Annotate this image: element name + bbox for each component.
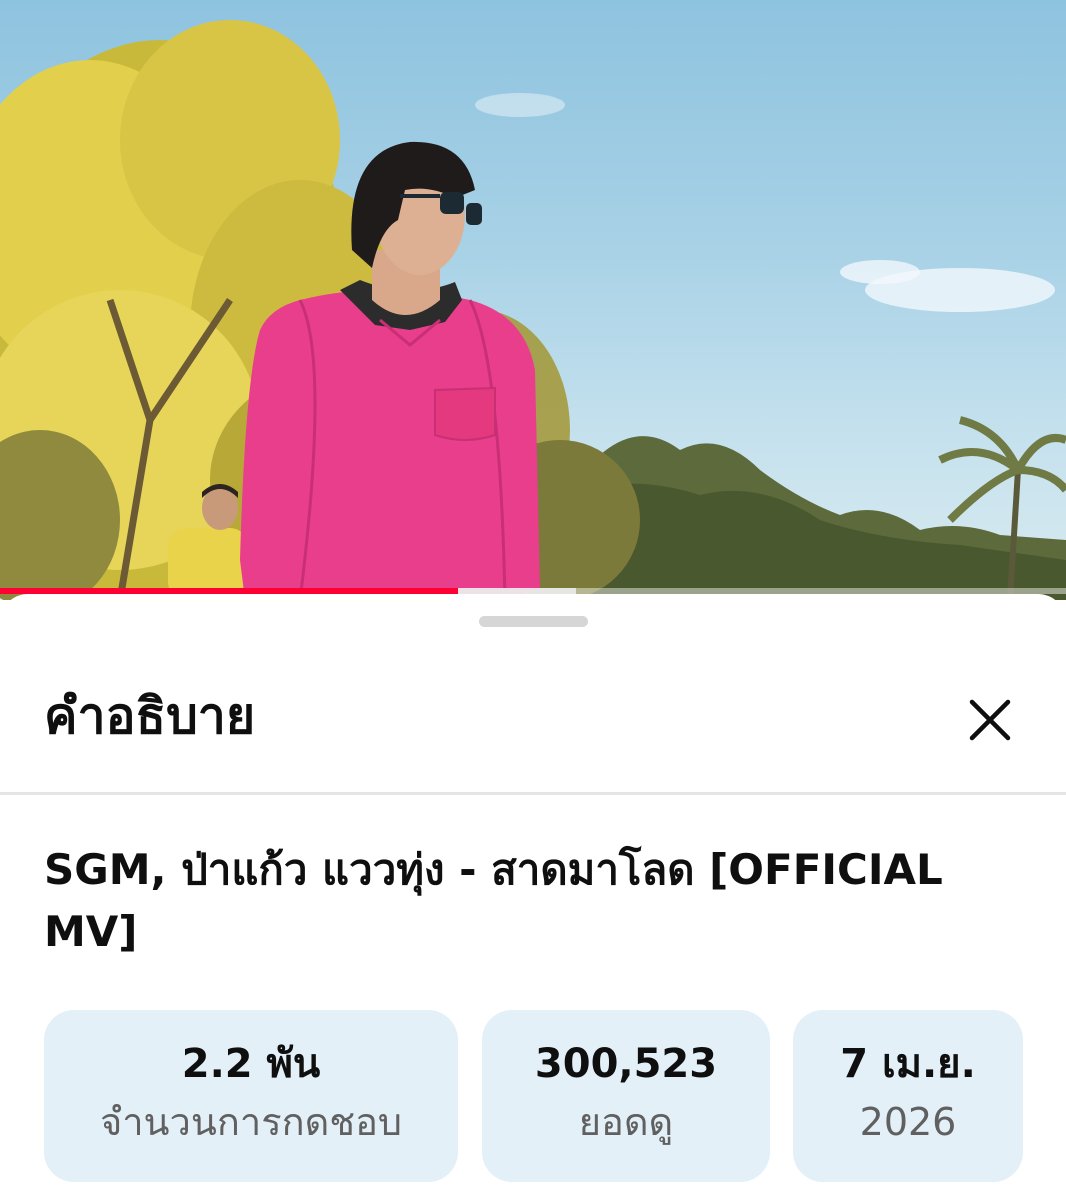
video-title: SGM, ป่าแก้ว แววทุ่ง - สาดมาโลด [OFFICIA…: [44, 845, 943, 956]
video-frame-image: [0, 20, 1066, 600]
sheet-title: คำอธิบาย: [44, 687, 256, 745]
views-count: 300,523: [534, 1041, 718, 1087]
likes-count: 2.2 พัน: [181, 1041, 321, 1087]
divider: [0, 792, 1066, 795]
close-icon: [969, 699, 1011, 741]
views-label: ยอดดู: [578, 1100, 674, 1144]
likes-label: จำนวนการกดชอบ: [99, 1100, 403, 1144]
description-sheet: คำอธิบาย SGM, ป่าแก้ว แววทุ่ง - สาดมาโลด…: [0, 594, 1066, 1200]
publish-year: 2026: [859, 1100, 957, 1144]
drag-handle[interactable]: [479, 616, 588, 627]
close-button[interactable]: [958, 690, 1022, 750]
likes-stat: 2.2 พัน จำนวนการกดชอบ: [44, 1010, 458, 1182]
date-stat: 7 เม.ย. 2026: [793, 1010, 1023, 1182]
video-player[interactable]: [0, 0, 1066, 600]
publish-date: 7 เม.ย.: [840, 1041, 976, 1087]
views-stat: 300,523 ยอดดู: [482, 1010, 770, 1182]
